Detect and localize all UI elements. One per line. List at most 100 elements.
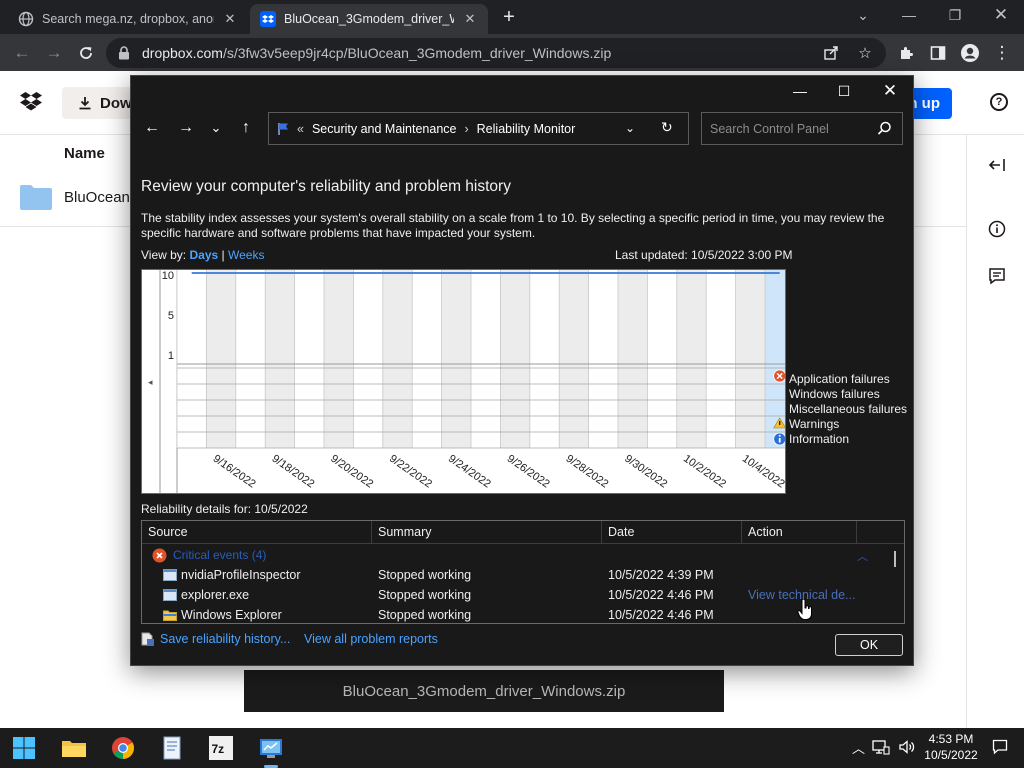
browser-menu-icon[interactable]: ⋮ [988,39,1016,67]
file-explorer-icon[interactable] [60,734,88,762]
legend-information: Information [789,432,850,446]
extensions-icon[interactable] [892,39,920,67]
save-reliability-history-link[interactable]: Save reliability history... [160,632,290,646]
critical-events-group[interactable]: Critical events (4) ︿ [142,545,890,565]
up-button[interactable]: ↑ [235,116,257,140]
view-weeks-link[interactable]: Weeks [228,248,264,262]
restore-icon[interactable]: ❐ [932,0,978,30]
column-source[interactable]: Source [142,521,372,544]
search-icon[interactable] [877,121,892,139]
clock-time: 4:53 PM [928,732,974,746]
control-panel-address-bar[interactable]: « Security and Maintenance › Reliability… [268,112,689,145]
tab-search-chevron-icon[interactable]: ⌄ [840,0,886,30]
column-action[interactable]: Action [742,521,857,544]
critical-events-label: Critical events (4) [173,548,267,562]
name-column-header[interactable]: Name [64,145,105,162]
document-app-icon[interactable] [158,734,186,762]
7zip-icon[interactable]: 7z [207,734,235,762]
day-column [588,270,618,448]
page-heading: Review your computer's reliability and p… [141,178,511,195]
close-tab-icon[interactable]: ✕ [222,11,238,27]
back-button[interactable]: ← [8,39,36,67]
refresh-icon[interactable]: ↻ [661,119,673,136]
taskbar-clock[interactable]: 4:53 PM 10/5/2022 [922,731,980,763]
row-source: explorer.exe [181,588,250,602]
column-spacer [857,521,904,544]
info-icon[interactable] [987,219,1007,239]
column-summary[interactable]: Summary [372,521,602,544]
address-dropdown-chevron-icon[interactable]: ⌄ [625,121,635,135]
file-name-link[interactable]: BluOcean [64,189,130,206]
side-panel-icon[interactable] [924,39,952,67]
legend-windows-failures: Windows failures [789,387,880,401]
x-tick-label: 9/30/2022 [622,453,669,491]
last-updated-text: Last updated: 10/5/2022 3:00 PM [615,248,793,262]
lock-icon [118,46,132,60]
new-tab-button[interactable]: + [498,6,520,28]
dropbox-logo-icon[interactable] [20,91,42,116]
sort-ascending-icon: ⌃ [668,520,676,526]
forward-button[interactable]: → [40,39,68,67]
search-control-panel-input[interactable]: Search Control Panel [701,112,903,145]
day-column [412,270,442,448]
close-tab-icon[interactable]: ✕ [462,11,478,27]
profile-icon[interactable] [956,39,984,67]
download-button[interactable]: Dow [62,87,132,119]
stability-chart[interactable]: ◂1051▸9/16/20229/18/20229/20/20229/22/20… [141,269,805,494]
legend-application-failures: Application failures [789,372,890,386]
breadcrumb-reliability-monitor[interactable]: Reliability Monitor [477,122,576,136]
back-button[interactable]: ← [141,116,163,140]
close-window-icon[interactable]: ✕ [978,0,1024,30]
view-days-link[interactable]: Days [189,248,218,262]
day-column [647,270,677,448]
x-tick-label: 9/28/2022 [563,453,610,491]
hand-cursor-icon [797,598,813,626]
problem-row[interactable]: explorer.exe Stopped working 10/5/2022 4… [142,585,890,605]
x-tick-label: 9/26/2022 [505,453,552,491]
help-icon[interactable]: ? [990,93,1008,111]
minimize-icon[interactable]: — [886,0,932,30]
day-column [559,270,589,448]
x-tick-label: 9/16/2022 [211,453,258,491]
bookmark-star-icon[interactable]: ☆ [856,44,874,62]
row-source: Windows Explorer [181,608,282,622]
address-bar[interactable]: dropbox.com/s/3fw3v5eep9jr4cp/BluOcean_3… [106,38,886,68]
recent-locations-chevron-icon[interactable]: ⌄ [205,116,227,140]
minimize-icon[interactable]: — [777,78,823,104]
x-tick-label: 9/20/2022 [328,453,375,491]
maximize-icon[interactable]: ☐ [821,78,867,104]
tab-dropbox-file[interactable]: BluOcean_3Gmodem_driver_Windows.zip ✕ [250,4,488,34]
collapse-panel-icon[interactable] [987,155,1007,175]
control-panel-icon[interactable] [257,734,285,762]
chrome-icon[interactable] [109,734,137,762]
start-button-icon[interactable] [10,734,38,762]
column-date[interactable]: Date ⌃ [602,521,742,544]
problem-row[interactable]: nvidiaProfileInspector Stopped working 1… [142,565,890,585]
reload-button[interactable] [72,39,100,67]
show-hidden-icons-icon[interactable]: ︿ [852,738,865,757]
right-side-pane [966,135,1024,728]
tab-title: BluOcean_3Gmodem_driver_Windows.zip [284,12,454,26]
volume-icon[interactable] [898,739,916,758]
row-summary: Stopped working [378,588,472,602]
close-window-icon[interactable]: ✕ [867,78,913,104]
problem-row[interactable]: Windows Explorer Stopped working 10/5/20… [142,605,890,623]
app-icon [163,568,177,582]
network-icon[interactable] [872,739,890,758]
day-column [676,270,707,448]
forward-button[interactable]: → [175,116,197,140]
browser-toolbar: ← → dropbox.com/s/3fw3v5eep9jr4cp/BluOce… [0,34,1024,71]
comment-icon[interactable] [987,266,1007,286]
ok-button[interactable]: OK [835,634,903,656]
breadcrumb-overflow[interactable]: « [297,122,304,136]
app-icon [163,588,177,602]
notifications-icon[interactable] [992,739,1008,758]
view-by-selector: View by: Days | Weeks [141,248,264,262]
list-scrollbar[interactable] [894,551,896,567]
view-all-problem-reports-link[interactable]: View all problem reports [304,632,438,646]
share-icon[interactable] [822,44,840,62]
svg-text:7z: 7z [212,742,225,756]
collapse-group-icon[interactable]: ︿ [857,548,868,564]
tab-search-mega[interactable]: Search mega.nz, dropbox, anonfiles ✕ [8,4,248,34]
breadcrumb-security-maintenance[interactable]: Security and Maintenance [312,122,457,136]
